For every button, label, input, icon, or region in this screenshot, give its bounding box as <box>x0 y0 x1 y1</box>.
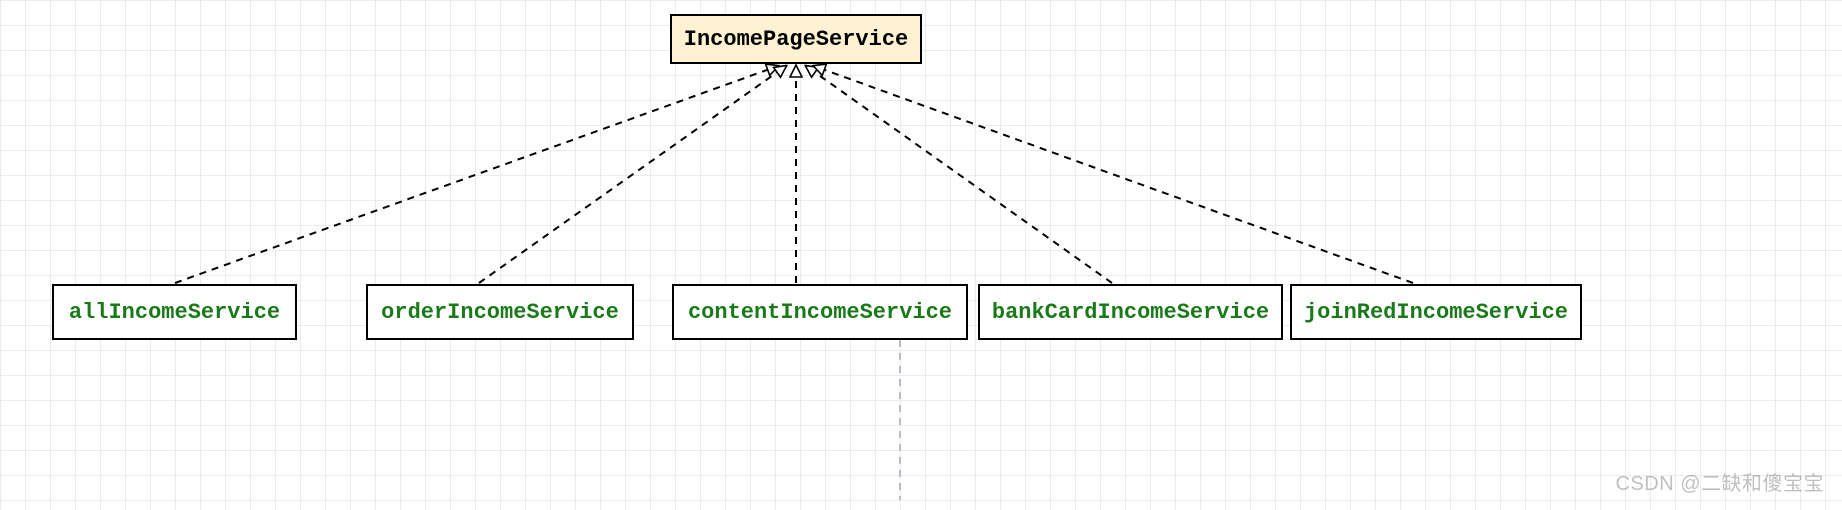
edge-joinred-to-parent <box>814 66 1413 283</box>
edge-order-to-parent <box>479 66 786 283</box>
child-label-all: allIncomeService <box>69 300 280 325</box>
parent-label: IncomePageService <box>684 27 908 52</box>
child-label-bankcard: bankCardIncomeService <box>992 300 1269 325</box>
child-node-all: allIncomeService <box>52 284 297 340</box>
diagram-canvas: IncomePageService allIncomeService order… <box>0 0 1842 510</box>
edge-all-to-parent <box>175 66 778 283</box>
child-node-joinred: joinRedIncomeService <box>1290 284 1582 340</box>
parent-node: IncomePageService <box>670 14 922 64</box>
child-label-content: contentIncomeService <box>688 300 952 325</box>
child-label-order: orderIncomeService <box>381 300 619 325</box>
edges-layer <box>0 0 1842 510</box>
child-node-bankcard: bankCardIncomeService <box>978 284 1283 340</box>
child-node-content: contentIncomeService <box>672 284 968 340</box>
edge-bankcard-to-parent <box>806 66 1112 283</box>
child-node-order: orderIncomeService <box>366 284 634 340</box>
child-label-joinred: joinRedIncomeService <box>1304 300 1568 325</box>
